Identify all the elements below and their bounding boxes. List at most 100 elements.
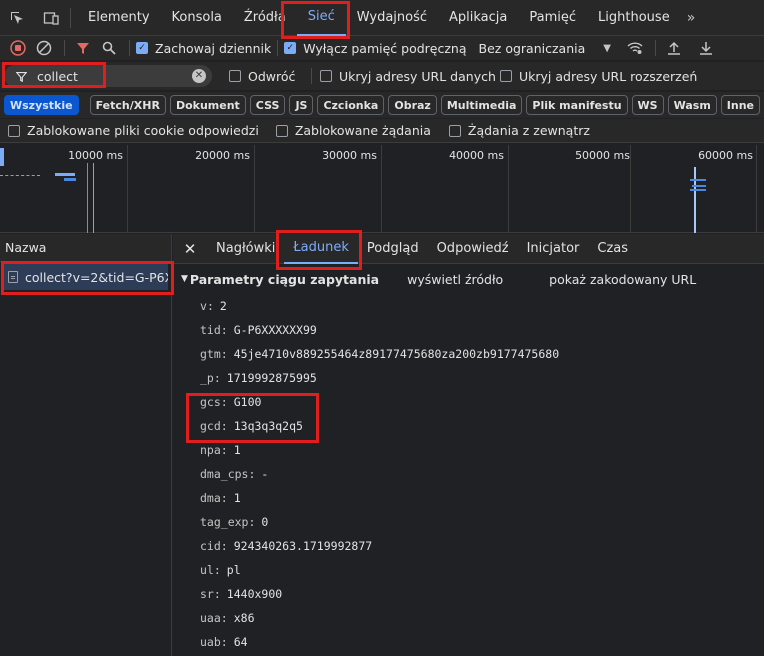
preserve-log-checkbox[interactable]: ✓ Zachowaj dziennik [136, 41, 271, 56]
blocked-cookies-checkbox[interactable]: Zablokowane pliki cookie odpowiedzi [8, 123, 259, 138]
view-encoded-link[interactable]: pokaż zakodowany URL [549, 272, 696, 287]
query-param-row[interactable]: gcs: G100 [200, 390, 764, 414]
checkbox-unchecked-icon[interactable] [275, 124, 288, 137]
device-toolbar-icon[interactable] [34, 0, 68, 36]
type-filter-media[interactable]: Multimedia [440, 95, 523, 115]
param-value[interactable]: 64 [234, 635, 248, 649]
tab-performance[interactable]: Wydajność [346, 0, 438, 36]
checkbox-unchecked-icon[interactable] [448, 124, 461, 137]
close-icon[interactable]: ✕ [173, 240, 207, 258]
filter-icon[interactable] [71, 36, 95, 60]
filter-input[interactable]: collect ✕ [4, 65, 212, 87]
preserve-log-label: Zachowaj dziennik [155, 40, 272, 56]
tab-preview[interactable]: Podgląd [358, 234, 428, 264]
param-value[interactable]: 1 [234, 491, 241, 505]
query-param-row[interactable]: cid:924340263.1719992877 [200, 534, 764, 558]
param-value[interactable]: 45je4710v889255464z89177475680za200zb917… [234, 347, 559, 361]
param-value[interactable]: - [261, 467, 268, 481]
clear-filter-icon[interactable]: ✕ [192, 69, 206, 83]
type-filter-other[interactable]: Inne [720, 95, 761, 115]
timeline-tick-label: 50000 ms [575, 149, 630, 162]
query-param-row[interactable]: gcd:13q3q3q2q5 [200, 414, 764, 438]
checkbox-unchecked-icon[interactable] [229, 70, 241, 82]
disable-cache-checkbox[interactable]: ✓ Wyłącz pamięć podręczną [284, 41, 467, 56]
view-source-link[interactable]: wyświetl źródło [407, 272, 503, 287]
chevron-down-icon[interactable]: ▼ [603, 43, 611, 54]
tab-payload[interactable]: Ładunek [284, 234, 358, 264]
type-filter-all[interactable]: Wszystkie [4, 95, 79, 115]
tab-memory[interactable]: Pamięć [518, 0, 587, 36]
tab-initiator[interactable]: Inicjator [518, 234, 589, 264]
param-value[interactable]: pl [227, 563, 241, 577]
param-value[interactable]: G100 [234, 395, 262, 409]
tab-headers[interactable]: Nagłówki [207, 234, 284, 264]
type-filter-fetch-xhr[interactable]: Fetch/XHR [89, 95, 166, 115]
param-value[interactable]: x86 [234, 611, 255, 625]
param-value[interactable]: 1440x900 [227, 587, 282, 601]
param-value[interactable]: 1719992875995 [227, 371, 317, 385]
tab-elements[interactable]: Elementy [77, 0, 161, 36]
checkbox-unchecked-icon[interactable] [8, 124, 20, 137]
query-param-row[interactable]: sr:1440x900 [200, 582, 764, 606]
throttling-select[interactable]: Bez ograniczania [479, 41, 586, 56]
tab-timing[interactable]: Czas [588, 234, 637, 264]
tab-response[interactable]: Odpowiedź [428, 234, 518, 264]
query-param-row[interactable]: tag_exp:0 [200, 510, 764, 534]
query-param-row[interactable]: v:2 [200, 294, 764, 318]
invert-checkbox[interactable]: Odwróć [229, 69, 295, 84]
triangle-down-icon[interactable]: ▼ [181, 274, 188, 284]
query-params-section-header[interactable]: ▼ Parametry ciągu zapytania wyświetl źró… [173, 264, 764, 294]
request-name[interactable]: collect?v=2&tid=G-P6XXXXXX99 [25, 270, 168, 285]
param-value[interactable]: 13q3q3q2q5 [234, 419, 303, 433]
type-filter-ws[interactable]: WS [631, 95, 664, 115]
tab-application[interactable]: Aplikacja [438, 0, 518, 36]
query-param-row[interactable]: dma_cps: - [200, 462, 764, 486]
param-value[interactable]: 0 [261, 515, 268, 529]
param-value[interactable]: 924340263.1719992877 [234, 539, 372, 553]
checkbox-checked-icon[interactable]: ✓ [136, 42, 148, 54]
tab-network[interactable]: Sieć [296, 0, 346, 36]
network-conditions-icon[interactable] [623, 36, 647, 60]
export-har-icon[interactable] [694, 36, 718, 60]
checkbox-checked-icon[interactable]: ✓ [284, 42, 297, 54]
query-param-row[interactable]: dma:1 [200, 486, 764, 510]
request-list-header[interactable]: Nazwa [0, 234, 171, 262]
request-row[interactable]: collect?v=2&tid=G-P6XXXXXX99 [4, 264, 168, 290]
inspect-element-icon[interactable] [0, 0, 34, 36]
import-har-icon[interactable] [662, 36, 686, 60]
type-filter-image[interactable]: Obraz [388, 95, 437, 115]
more-tabs-icon[interactable]: » [681, 10, 702, 26]
third-party-checkbox[interactable]: Żądania z zewnątrz [448, 123, 590, 138]
checkbox-unchecked-icon[interactable] [500, 70, 512, 82]
query-param-row[interactable]: ul: pl [200, 558, 764, 582]
hide-extension-urls-checkbox[interactable]: Ukryj adresy URL rozszerzeń [500, 69, 697, 84]
type-filter-font[interactable]: Czcionka [317, 95, 385, 115]
record-stop-icon[interactable] [6, 36, 30, 60]
search-icon[interactable] [97, 36, 121, 60]
query-param-row[interactable]: tid: G-P6XXXXXX99 [200, 318, 764, 342]
tab-sources[interactable]: Źródła [233, 0, 297, 36]
query-param-row[interactable]: uab:64 [200, 630, 764, 654]
type-filter-js[interactable]: JS [289, 95, 314, 115]
blocked-requests-checkbox[interactable]: Zablokowane żądania [275, 123, 431, 138]
param-separator: : [220, 419, 228, 433]
network-overview-timeline[interactable]: 10000 ms 20000 ms 30000 ms 40000 ms 5000… [0, 145, 764, 233]
type-filter-css[interactable]: CSS [249, 95, 286, 115]
param-value[interactable]: 1 [234, 443, 241, 457]
type-filter-wasm[interactable]: Wasm [667, 95, 717, 115]
param-value[interactable]: 2 [220, 299, 227, 313]
query-param-row[interactable]: npa:1 [200, 438, 764, 462]
type-filter-manifest[interactable]: Plik manifestu [526, 95, 628, 115]
filter-input-value[interactable]: collect [37, 69, 78, 84]
query-param-row[interactable]: _p:1719992875995 [200, 366, 764, 390]
param-value[interactable]: G-P6XXXXXX99 [234, 323, 317, 337]
hide-data-urls-checkbox[interactable]: Ukryj adresy URL danych [320, 69, 496, 84]
query-param-row[interactable]: gtm:45je4710v889255464z89177475680za200z… [200, 342, 764, 366]
checkbox-unchecked-icon[interactable] [320, 70, 332, 82]
tab-lighthouse[interactable]: Lighthouse [587, 0, 681, 36]
query-param-row[interactable]: uaa: x86 [200, 606, 764, 630]
timeline-selection-handle[interactable] [0, 148, 4, 166]
type-filter-document[interactable]: Dokument [169, 95, 246, 115]
clear-icon[interactable] [32, 36, 56, 60]
tab-console[interactable]: Konsola [161, 0, 233, 36]
